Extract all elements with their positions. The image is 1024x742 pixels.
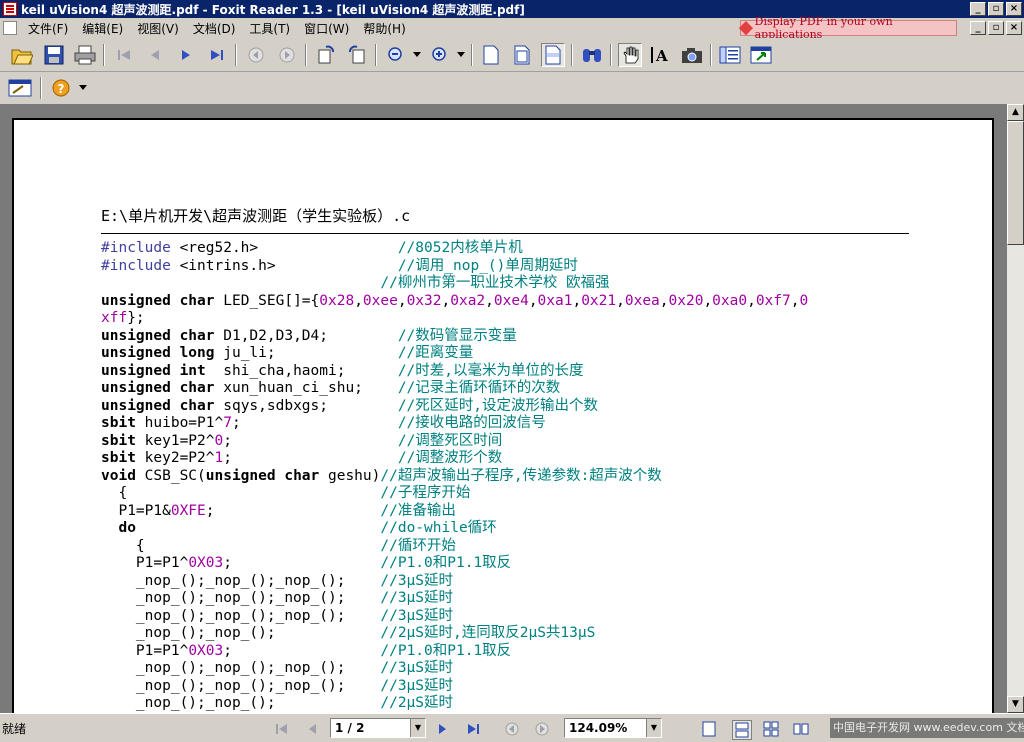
- fit-page-icon[interactable]: [510, 43, 534, 67]
- secondary-toolbar: ?: [0, 73, 1024, 103]
- foxit-app-icon: [3, 2, 17, 16]
- minimize-button[interactable]: _: [970, 2, 986, 16]
- menu-tools[interactable]: 工具(T): [242, 20, 297, 37]
- status-ready: 就绪: [2, 722, 27, 736]
- zoom-out-dropdown-icon[interactable]: [410, 43, 424, 67]
- save-icon[interactable]: [42, 43, 66, 67]
- main-toolbar: A: [0, 38, 1024, 72]
- menu-view[interactable]: 视图(V): [130, 20, 186, 37]
- find-binoculars-icon[interactable]: [580, 43, 604, 67]
- previous-page-icon[interactable]: [143, 43, 167, 67]
- continuous-page-icon[interactable]: [732, 720, 752, 740]
- zoom-dropdown-icon[interactable]: ▼: [646, 719, 661, 737]
- pen-icon: [738, 21, 753, 35]
- document-icon: [3, 21, 17, 35]
- pdf-page: E:\单片机开发\超声波测距（学生实验板）.c #include <reg52.…: [12, 118, 994, 713]
- menu-file[interactable]: 文件(F): [21, 20, 75, 37]
- zoom-in-icon[interactable]: [428, 43, 452, 67]
- help-dropdown-icon[interactable]: [76, 76, 90, 100]
- source-code: #include <reg52.h> //8052内核单片机 #include …: [101, 240, 809, 711]
- full-screen-icon[interactable]: [749, 43, 773, 67]
- svg-text:A: A: [655, 47, 668, 65]
- snapshot-camera-icon[interactable]: [680, 43, 704, 67]
- page-number-field[interactable]: 1 / 2 ▼: [330, 718, 426, 738]
- doc-close-button[interactable]: ×: [1006, 21, 1022, 35]
- promo-banner[interactable]: Display PDF in your own applications: [738, 15, 957, 41]
- status-next-page-icon[interactable]: [434, 720, 452, 738]
- zoom-in-dropdown-icon[interactable]: [454, 43, 468, 67]
- site-watermark: 中国电子开发网 www.eedev.com 文档: keil uVision4 …: [830, 718, 1024, 738]
- bookmarks-panel-icon[interactable]: [718, 43, 742, 67]
- actual-size-icon[interactable]: [479, 43, 503, 67]
- status-last-page-icon[interactable]: [464, 720, 482, 738]
- scroll-down-button[interactable]: ▼: [1007, 696, 1024, 713]
- back-icon[interactable]: [244, 43, 268, 67]
- status-previous-page-icon[interactable]: [303, 720, 321, 738]
- forward-icon[interactable]: [275, 43, 299, 67]
- status-bar: 就绪 1 / 2 ▼ 124.09% ▼ 中国电子开发网 www.eedev.c…: [0, 713, 1024, 742]
- scroll-thumb[interactable]: [1007, 121, 1024, 245]
- help-icon[interactable]: ?: [49, 76, 73, 100]
- print-icon[interactable]: [73, 43, 97, 67]
- zoom-out-icon[interactable]: [384, 43, 408, 67]
- status-first-page-icon[interactable]: [273, 720, 291, 738]
- next-page-icon[interactable]: [174, 43, 198, 67]
- document-properties-icon[interactable]: [8, 76, 32, 100]
- single-page-icon[interactable]: [700, 720, 718, 738]
- status-forward-icon[interactable]: [533, 720, 551, 738]
- text-select-icon[interactable]: A: [649, 43, 673, 67]
- open-folder-icon[interactable]: [10, 43, 34, 67]
- menu-window[interactable]: 窗口(W): [297, 20, 356, 37]
- doc-restore-button[interactable]: ▫: [988, 21, 1004, 35]
- vertical-scrollbar[interactable]: ▲ ▼: [1007, 104, 1024, 713]
- zoom-level-value: 124.09%: [569, 721, 628, 735]
- hand-tool-icon[interactable]: [618, 43, 642, 67]
- rotate-right-icon[interactable]: [345, 43, 369, 67]
- menu-help[interactable]: 帮助(H): [356, 20, 412, 37]
- svg-text:?: ?: [58, 82, 65, 96]
- fit-width-icon[interactable]: [541, 43, 565, 67]
- window-title: keil uVision4 超声波测距.pdf - Foxit Reader 1…: [21, 2, 525, 17]
- last-page-icon[interactable]: [205, 43, 229, 67]
- first-page-icon[interactable]: [112, 43, 136, 67]
- document-viewport[interactable]: E:\单片机开发\超声波测距（学生实验板）.c #include <reg52.…: [0, 104, 1024, 713]
- rotate-left-icon[interactable]: [314, 43, 338, 67]
- doc-minimize-button[interactable]: _: [970, 21, 986, 35]
- zoom-level-field[interactable]: 124.09% ▼: [564, 718, 662, 738]
- page-dropdown-icon[interactable]: ▼: [410, 719, 425, 737]
- continuous-facing-icon[interactable]: [792, 720, 810, 738]
- menu-edit[interactable]: 编辑(E): [75, 20, 130, 37]
- close-button[interactable]: ×: [1006, 2, 1022, 16]
- facing-pages-icon[interactable]: [762, 720, 780, 738]
- menu-document[interactable]: 文档(D): [186, 20, 243, 37]
- scroll-up-button[interactable]: ▲: [1007, 104, 1024, 121]
- page-number-value: 1 / 2: [335, 721, 365, 735]
- status-back-icon[interactable]: [503, 720, 521, 738]
- header-rule: [101, 233, 909, 234]
- file-path-header: E:\单片机开发\超声波测距（学生实验板）.c: [101, 207, 411, 225]
- maximize-button[interactable]: ▫: [988, 2, 1004, 16]
